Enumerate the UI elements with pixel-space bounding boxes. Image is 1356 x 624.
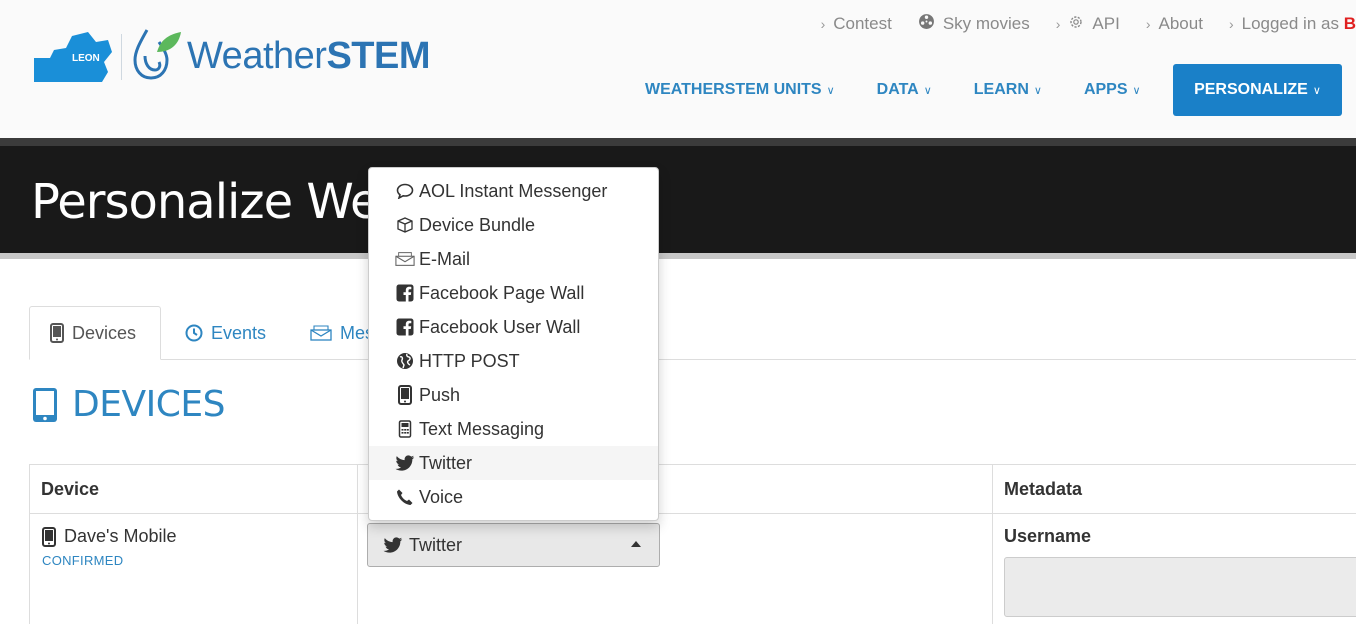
device-name: Dave's Mobile (42, 526, 176, 547)
menu-item-facebook-user-wall[interactable]: Facebook User Wall (369, 310, 658, 344)
select-value: Twitter (409, 534, 463, 555)
metadata-username-label: Username (1004, 526, 1092, 546)
device-status-badge: CONFIRMED (42, 553, 124, 568)
menu-item-email[interactable]: E-Mail (369, 242, 658, 276)
column-header-device: Device (41, 479, 100, 499)
logo-divider (121, 34, 122, 80)
menu-item-facebook-page-wall[interactable]: Facebook Page Wall (369, 276, 658, 310)
mobile-icon (42, 526, 56, 547)
section-title: DEVICES (32, 384, 225, 425)
header-divider (30, 513, 1356, 514)
facebook-icon (395, 318, 415, 336)
facebook-icon (395, 284, 415, 302)
tablet-icon (32, 387, 58, 423)
svg-text:LEON: LEON (72, 53, 100, 64)
top-nav: › Contest Sky movies › API › About › Log… (795, 13, 1356, 35)
cellphone-icon (395, 420, 415, 438)
menu-item-text-messaging[interactable]: Text Messaging (369, 412, 658, 446)
leon-county-logo[interactable]: LEON (32, 28, 116, 84)
topnav-logged-in-label: Logged in as (1241, 14, 1339, 33)
chevron-right-icon: › (1145, 16, 1151, 32)
chevron-right-icon: › (820, 16, 826, 32)
nav-learn[interactable]: LEARN ∨ (974, 81, 1042, 99)
chevron-down-icon: ∨ (1132, 84, 1141, 97)
twitter-icon (383, 536, 403, 554)
device-name-label: Dave's Mobile (64, 526, 177, 546)
clock-icon (185, 324, 203, 342)
logged-in-user: B (1343, 14, 1356, 33)
topnav-sky-movies-label: Sky movies (942, 14, 1030, 33)
nav-weatherstem-units[interactable]: WEATHERSTEM UNITS ∨ (645, 81, 835, 99)
column-divider (992, 465, 993, 624)
topnav-api-label: API (1092, 14, 1120, 33)
topnav-about[interactable]: › About (1146, 14, 1203, 34)
menu-item-aol-im[interactable]: AOL Instant Messenger (369, 174, 658, 208)
banner-bottom-border (0, 253, 1356, 259)
tab-bar: Devices Events Messages (29, 306, 1356, 360)
main-nav: WEATHERSTEM UNITS ∨ DATA ∨ LEARN ∨ APPS ∨ PE… (645, 64, 1342, 116)
menu-item-voice[interactable]: Voice (369, 480, 658, 514)
chevron-down-icon: ∨ (923, 84, 932, 97)
chevron-right-icon: › (1055, 16, 1061, 32)
column-header-metadata: Metadata (1004, 479, 1083, 499)
chevron-down-icon: ∨ (826, 84, 835, 97)
envelope-icon (310, 325, 332, 341)
topnav-contest[interactable]: › Contest (821, 14, 892, 34)
globe-icon (395, 352, 415, 370)
brand-name[interactable]: WeatherSTEM (187, 34, 430, 78)
delivery-method-select[interactable]: Twitter (367, 523, 660, 567)
chevron-down-icon: ∨ (1312, 84, 1321, 97)
menu-item-push[interactable]: Push (369, 378, 658, 412)
nav-data[interactable]: DATA ∨ (877, 81, 932, 99)
devices-table: Device Metadata Dave's Mobile CONFIRMED … (29, 464, 1356, 624)
topnav-sky-movies[interactable]: Sky movies (918, 13, 1030, 35)
tab-events-label: Events (211, 322, 267, 343)
menu-item-device-bundle[interactable]: Device Bundle (369, 208, 658, 242)
username-field[interactable] (1004, 557, 1356, 617)
site-header: LEON WeatherSTEM › Contest Sky movies › … (0, 0, 1356, 138)
gear-icon (1068, 14, 1084, 35)
twitter-icon (395, 454, 415, 472)
tab-events[interactable]: Events (165, 306, 286, 360)
mobile-icon (395, 385, 415, 405)
delivery-method-menu: AOL Instant Messenger Device Bundle E-Ma… (368, 167, 659, 521)
nav-personalize[interactable]: PERSONALIZE ∨ (1173, 64, 1342, 116)
film-reel-icon (918, 13, 935, 35)
section-title-text: DEVICES (72, 384, 225, 425)
column-divider (357, 465, 358, 624)
topnav-api[interactable]: › API (1056, 14, 1120, 35)
topnav-logged-in[interactable]: › Logged in as B (1229, 14, 1356, 34)
phone-icon (395, 488, 415, 506)
menu-item-http-post[interactable]: HTTP POST (369, 344, 658, 378)
page-banner: Personalize Weather (0, 146, 1356, 253)
tab-devices[interactable]: Devices (29, 306, 161, 360)
caret-up-icon (631, 541, 641, 547)
tab-devices-label: Devices (72, 322, 137, 343)
box-icon (395, 217, 415, 233)
banner-top-border (0, 138, 1356, 146)
envelope-icon (395, 251, 415, 267)
topnav-contest-label: Contest (833, 14, 892, 33)
nav-apps[interactable]: APPS ∨ (1084, 81, 1141, 99)
menu-item-twitter[interactable]: Twitter (369, 446, 658, 480)
weatherstem-drop-logo[interactable] (131, 26, 183, 82)
mobile-icon (50, 323, 64, 343)
chevron-right-icon: › (1228, 16, 1234, 32)
speech-bubble-icon (395, 183, 415, 199)
topnav-about-label: About (1158, 14, 1203, 33)
chevron-down-icon: ∨ (1033, 84, 1042, 97)
